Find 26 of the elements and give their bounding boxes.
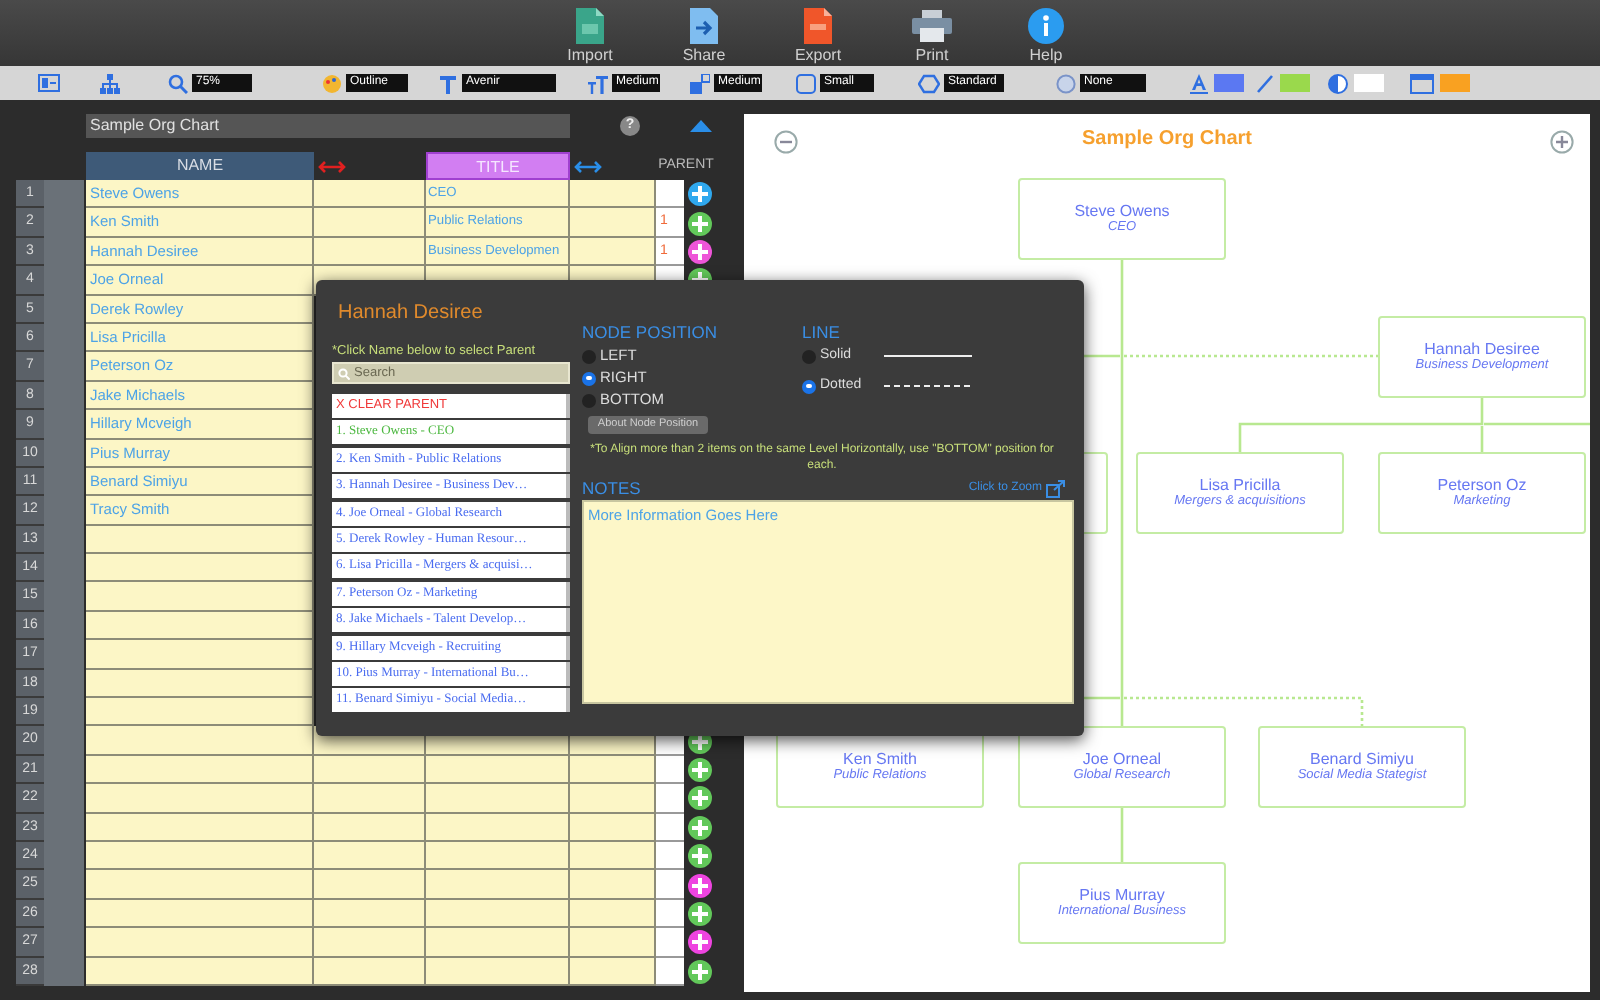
node-name: Steve Owens — [1074, 202, 1170, 220]
toolbar-button[interactable]: Share — [664, 6, 744, 64]
node-name: Benard Simiyu — [1309, 750, 1415, 768]
node-name: Peterson Oz — [1437, 476, 1527, 494]
section-heading: NODE POSITION — [582, 322, 720, 342]
section-heading: NOTES — [582, 478, 641, 498]
column-header[interactable]: NAME — [86, 152, 314, 180]
node-name: Pius Murray — [1079, 886, 1165, 904]
toolbar-label: Print — [915, 46, 949, 64]
toolbar-label: Help — [1029, 46, 1063, 64]
toolbar-label: Share — [682, 46, 726, 64]
node-name: Hannah Desiree — [1424, 340, 1540, 358]
toolbar-button[interactable]: Help — [1006, 6, 1086, 64]
node-name: Joe Orneal — [1082, 750, 1162, 768]
node-name: Lisa Pricilla — [1199, 476, 1281, 494]
toolbar-button[interactable]: Import — [550, 6, 630, 64]
section-heading: LINE — [802, 322, 842, 342]
toolbar-label: Export — [794, 46, 842, 64]
toolbar-label: Import — [567, 46, 613, 64]
dialog-title: Hannah Desiree — [338, 302, 485, 326]
toolbar-button[interactable]: Print — [892, 6, 972, 64]
chart-title-field[interactable]: Sample Org Chart — [86, 114, 570, 138]
chart-title: Sample Org Chart — [1081, 126, 1253, 154]
toolbar-button[interactable]: Export — [778, 6, 858, 64]
node-name: Ken Smith — [843, 750, 917, 768]
column-header[interactable]: TITLE — [426, 152, 570, 180]
